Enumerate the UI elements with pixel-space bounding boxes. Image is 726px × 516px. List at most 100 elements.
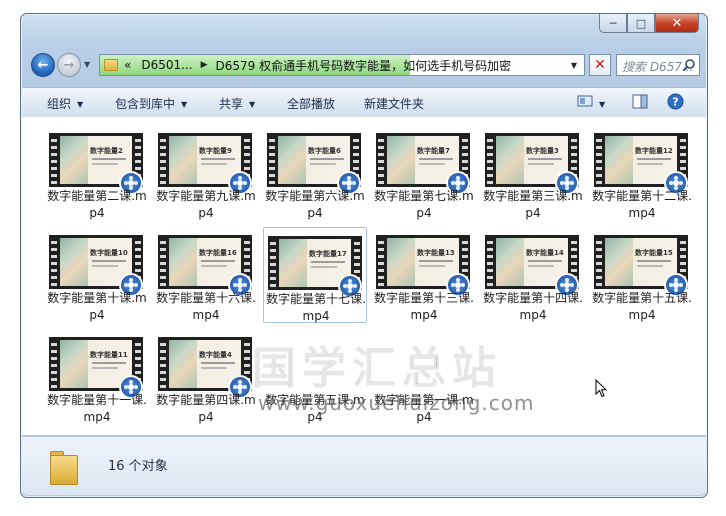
film-strip-icon — [487, 237, 493, 287]
thumbnail-line — [419, 260, 453, 262]
thumbnail-title: 数字能量16 — [199, 249, 237, 257]
include-in-library-label: 包含到库中 — [115, 97, 176, 111]
thumbnail-title: 数字能量11 — [90, 351, 128, 359]
organize-menu[interactable]: 组织 ▼ — [47, 95, 83, 112]
thumbnail-line — [201, 362, 235, 364]
file-item[interactable]: 数字能量13 数字能量第十三课.mp4 — [372, 227, 476, 323]
file-item[interactable]: 数字能量14 数字能量第十四课.mp4 — [481, 227, 585, 323]
chevron-down-icon: ▼ — [77, 100, 84, 109]
minimize-button[interactable]: ─ — [599, 14, 627, 33]
thumbnail-title: 数字能量17 — [309, 250, 347, 258]
thumbnail-art — [496, 136, 524, 184]
file-item[interactable]: 数字能量3 数字能量第三课.mp4 — [481, 125, 585, 221]
address-dropdown-icon[interactable]: ▼ — [566, 55, 582, 75]
file-item[interactable]: 数字能量16 数字能量第十六课.mp4 — [154, 227, 258, 323]
mouse-pointer-icon — [595, 379, 607, 398]
thumbnail-title: 数字能量7 — [417, 147, 450, 155]
recent-pages-dropdown-icon[interactable]: ▼ — [84, 60, 90, 69]
thumbnail-line — [92, 362, 126, 364]
breadcrumb-item[interactable]: D6501... — [141, 58, 192, 72]
back-button[interactable]: ← — [31, 53, 55, 77]
thumbnail-title: 数字能量9 — [199, 147, 232, 155]
file-name: 数字能量第四课.mp4 — [156, 393, 256, 424]
film-strip-icon — [378, 135, 384, 185]
thumbnail-art — [278, 136, 306, 184]
file-name: 数字能量第七课.mp4 — [374, 189, 474, 220]
thumbnail-line — [92, 265, 118, 267]
thumbnail-line — [419, 158, 453, 160]
details-pane: 16 个对象 — [22, 436, 706, 495]
thumbnail-line — [419, 265, 445, 267]
file-item[interactable]: 数字能量15 数字能量第十五课.mp4 — [590, 227, 694, 323]
thumbnail-title: 数字能量10 — [90, 249, 128, 257]
file-name: 数字能量第十课.mp4 — [47, 291, 147, 322]
navigation-bar: ← → ▼ « D6501... ▶ D6579 权俞通手机号码数字能量，如何选… — [27, 51, 701, 81]
file-item[interactable]: 数字能量10 数字能量第十课.mp4 — [45, 227, 149, 323]
file-name: 数字能量第十三课.mp4 — [374, 291, 474, 322]
folder-icon — [104, 59, 118, 71]
file-item[interactable]: 数字能量12 数字能量第十二课.mp4 — [590, 125, 694, 221]
view-options-button[interactable]: ▼ — [577, 94, 605, 111]
thumbnail-line — [310, 158, 344, 160]
share-menu[interactable]: 共享 ▼ — [219, 95, 255, 112]
help-button[interactable]: ? — [667, 93, 684, 113]
thumbnail-title: 数字能量2 — [90, 147, 123, 155]
thumbnail-art — [60, 238, 88, 286]
file-name: 数字能量第九课.mp4 — [156, 189, 256, 220]
view-icon — [577, 95, 593, 107]
new-folder-button[interactable]: 新建文件夹 — [364, 95, 424, 112]
thumbnail-line — [310, 163, 336, 165]
preview-pane-button[interactable] — [632, 94, 648, 112]
file-item[interactable]: 数字能量4 数字能量第四课.mp4 — [154, 329, 258, 425]
command-bar: 组织 ▼ 包含到库中 ▼ 共享 ▼ 全部播放 新建文件夹 ▼ ? — [22, 87, 706, 118]
address-bar[interactable]: « D6501... ▶ D6579 权俞通手机号码数字能量，如何选手机号码加密… — [99, 54, 585, 76]
thumbnail-title: 数字能量15 — [635, 249, 673, 257]
folder-icon — [50, 451, 78, 485]
file-item[interactable]: 数字能量9 数字能量第九课.mp4 — [154, 125, 258, 221]
thumbnail-line — [201, 367, 227, 369]
maximize-button[interactable]: □ — [627, 14, 655, 33]
file-item[interactable]: 数字能量17 数字能量第十七课.mp4 — [263, 227, 367, 323]
preview-pane-icon — [632, 94, 648, 109]
explorer-window: ─ □ ✕ ← → ▼ « D6501... ▶ D6579 权俞通手机号码数字… — [20, 13, 708, 498]
file-item[interactable]: 数字能量7 数字能量第七课.mp4 — [372, 125, 476, 221]
play-all-button[interactable]: 全部播放 — [287, 95, 335, 112]
watermark-url: www.guoxuehuizong.com — [258, 391, 535, 415]
thumbnail-title: 数字能量6 — [308, 147, 341, 155]
thumbnail-line — [311, 266, 337, 268]
address-chevron-icon[interactable]: « — [124, 58, 131, 72]
file-item[interactable]: 数字能量2 数字能量第二课.mp4 — [45, 125, 149, 221]
include-in-library-menu[interactable]: 包含到库中 ▼ — [115, 95, 187, 112]
organize-label: 组织 — [47, 97, 72, 111]
file-name: 数字能量第十六课.mp4 — [156, 291, 256, 322]
stop-button[interactable]: ✕ — [589, 54, 611, 76]
film-strip-icon — [487, 135, 493, 185]
thumbnail-title: 数字能量3 — [526, 147, 559, 155]
breadcrumb-separator-icon[interactable]: ▶ — [201, 60, 208, 70]
search-input[interactable]: 搜索 D657... — [616, 54, 700, 76]
breadcrumb-item[interactable]: D6579 权俞通手机号码数字能量，如何选手机号码加密 — [216, 57, 512, 74]
thumbnail-title: 数字能量12 — [635, 147, 673, 155]
thumbnail-line — [528, 158, 562, 160]
thumbnail-line — [637, 163, 663, 165]
thumbnail-title: 数字能量13 — [417, 249, 455, 257]
file-name: 数字能量第十四课.mp4 — [483, 291, 583, 322]
thumbnail-art — [605, 136, 633, 184]
film-strip-icon — [51, 237, 57, 287]
watermark-logo-text: 国学汇总站 — [251, 342, 502, 395]
file-item[interactable]: 数字能量11 数字能量第十一课.mp4 — [45, 329, 149, 425]
thumbnail-line — [92, 163, 118, 165]
thumbnail-line — [92, 367, 118, 369]
thumbnail-art — [60, 136, 88, 184]
forward-button[interactable]: → — [57, 53, 81, 77]
chevron-down-icon: ▼ — [249, 100, 256, 109]
thumbnail-line — [201, 158, 235, 160]
close-button[interactable]: ✕ — [655, 14, 699, 33]
search-icon[interactable] — [682, 58, 696, 72]
film-strip-icon — [378, 237, 384, 287]
film-strip-icon — [160, 135, 166, 185]
thumbnail-line — [311, 261, 345, 263]
chevron-down-icon: ▼ — [181, 100, 188, 109]
thumbnail-art — [60, 340, 88, 388]
file-item[interactable]: 数字能量6 数字能量第六课.mp4 — [263, 125, 367, 221]
